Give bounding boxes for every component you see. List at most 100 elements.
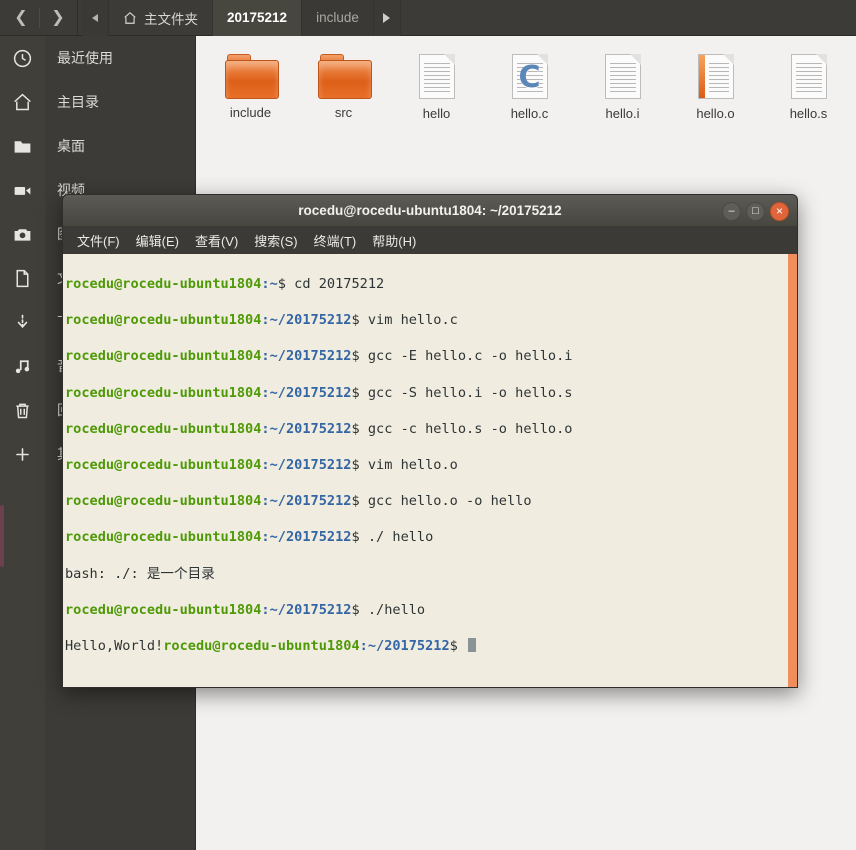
document-icon: [790, 54, 827, 99]
breadcrumb-scroll-right-button[interactable]: [373, 0, 401, 36]
terminal-line: rocedu@rocedu-ubuntu1804:~/20175212$ gcc…: [65, 384, 797, 402]
launcher-item-other-locations[interactable]: [0, 432, 45, 476]
file-item-hello-i[interactable]: hello.i: [576, 46, 669, 125]
plus-icon: [16, 447, 29, 461]
prompt-user: rocedu@rocedu-ubuntu1804: [163, 637, 360, 654]
prompt-user: rocedu@rocedu-ubuntu1804: [65, 276, 262, 293]
file-item-hello[interactable]: hello: [390, 46, 483, 125]
breadcrumb-label-include: include: [316, 10, 359, 25]
terminal-line: rocedu@rocedu-ubuntu1804:~/20175212$ gcc…: [65, 420, 797, 438]
c-source-icon: C: [511, 54, 548, 99]
sidebar-label-recent: 最近使用: [57, 50, 113, 66]
menu-item-help[interactable]: 帮助(H): [364, 231, 424, 250]
breadcrumb-scroll-left-button[interactable]: [82, 0, 109, 36]
launcher-item-trash[interactable]: [0, 388, 45, 432]
prompt-sigil: $: [351, 493, 368, 510]
minimize-button[interactable]: –: [722, 201, 741, 221]
terminal-titlebar[interactable]: rocedu@rocedu-ubuntu1804: ~/20175212 – □…: [62, 194, 798, 226]
command-text: gcc -E hello.c -o hello.i: [367, 348, 573, 365]
prompt-user: rocedu@rocedu-ubuntu1804: [65, 457, 262, 474]
terminal-line: Hello,World!rocedu@rocedu-ubuntu1804:~/2…: [65, 637, 797, 655]
command-text: gcc -S hello.i -o hello.s: [367, 384, 573, 401]
menu-item-view[interactable]: 查看(V): [187, 231, 246, 250]
terminal-line: rocedu@rocedu-ubuntu1804:~/20175212$ ./h…: [65, 601, 797, 619]
folder-icon: [14, 140, 31, 153]
terminal-body[interactable]: rocedu@rocedu-ubuntu1804:~$ cd 20175212 …: [62, 254, 798, 688]
trash-icon: [16, 403, 29, 418]
launcher-item-pictures[interactable]: [0, 212, 45, 256]
prompt-sigil: $: [351, 420, 368, 437]
sidebar-item-desktop[interactable]: 桌面: [45, 124, 195, 168]
file-item-hello-s[interactable]: hello.s: [762, 46, 855, 125]
sidebar-label-home: 主目录: [57, 94, 99, 110]
breadcrumb: 主文件夹 20175212 include: [109, 0, 374, 36]
document-icon: [16, 269, 29, 287]
terminal-cursor: [468, 637, 477, 652]
close-button[interactable]: ×: [770, 201, 789, 221]
command-text: vim hello.o: [367, 457, 458, 474]
triangle-right-icon: [383, 12, 391, 23]
launcher-item-desktop[interactable]: [0, 124, 45, 168]
home-icon: [14, 93, 31, 110]
terminal-window[interactable]: rocedu@rocedu-ubuntu1804: ~/20175212 – □…: [62, 194, 798, 688]
nav-button-group: ❮ ❯: [6, 0, 73, 36]
file-manager-headerbar: ❮ ❯ 主文件夹 20175212 include: [0, 0, 856, 36]
breadcrumb-item-current[interactable]: 20175212: [213, 0, 303, 36]
prompt-sigil: $: [277, 276, 295, 293]
sidebar-label-desktop: 桌面: [57, 138, 85, 154]
terminal-menubar: 文件(F) 编辑(E) 查看(V) 搜索(S) 终端(T) 帮助(H): [62, 226, 798, 254]
forward-button[interactable]: ❯: [43, 5, 73, 31]
document-icon: [418, 54, 455, 99]
camera-icon: [14, 228, 31, 241]
terminal-line: rocedu@rocedu-ubuntu1804:~/20175212$ vim…: [65, 311, 797, 329]
file-item-hello-o[interactable]: hello.o: [669, 46, 762, 125]
prompt-path: :~: [261, 276, 278, 293]
file-label: hello: [422, 106, 451, 121]
prompt-sigil: $: [351, 601, 368, 618]
launcher-rail: [0, 36, 46, 850]
prompt-path: :~/20175212: [261, 384, 352, 401]
file-item-hello-c[interactable]: C hello.c: [483, 46, 576, 125]
file-item-src[interactable]: src: [297, 46, 390, 125]
prompt-path: :~/20175212: [261, 601, 352, 618]
launcher-item-videos[interactable]: [0, 168, 45, 212]
prompt-user: rocedu@rocedu-ubuntu1804: [65, 493, 262, 510]
menu-item-terminal[interactable]: 终端(T): [306, 231, 365, 250]
sidebar-item-home[interactable]: 主目录: [45, 80, 195, 124]
menu-item-search[interactable]: 搜索(S): [246, 231, 305, 250]
command-text: cd 20175212: [294, 276, 385, 293]
file-label: hello.c: [510, 106, 549, 121]
terminal-scrollbar[interactable]: [788, 254, 797, 687]
terminal-title: rocedu@rocedu-ubuntu1804: ~/20175212: [298, 203, 562, 218]
file-label: hello.i: [605, 106, 640, 121]
launcher-item-music[interactable]: [0, 344, 45, 388]
launcher-item-downloads[interactable]: [0, 300, 45, 344]
back-button[interactable]: ❮: [6, 5, 36, 31]
menu-item-edit[interactable]: 编辑(E): [128, 231, 187, 250]
maximize-icon: □: [752, 204, 759, 217]
sidebar-item-recent[interactable]: 最近使用: [45, 36, 195, 80]
file-item-include[interactable]: include: [204, 46, 297, 125]
prompt-path: :~/20175212: [261, 493, 352, 510]
launcher-scroll-indicator[interactable]: [0, 505, 4, 567]
launcher-item-documents[interactable]: [0, 256, 45, 300]
music-icon: [15, 359, 30, 373]
prompt-sigil: $: [449, 637, 467, 654]
terminal-line: bash: ./: 是一个目录: [65, 565, 797, 583]
breadcrumb-label-home: 主文件夹: [144, 11, 198, 27]
terminal-line: rocedu@rocedu-ubuntu1804:~/20175212$ ./ …: [65, 528, 797, 546]
terminal-line: rocedu@rocedu-ubuntu1804:~$ cd 20175212: [65, 275, 797, 293]
prompt-user: rocedu@rocedu-ubuntu1804: [65, 529, 262, 546]
clock-icon: [13, 49, 32, 67]
prompt-path: :~/20175212: [261, 529, 352, 546]
home-icon: [124, 11, 136, 24]
maximize-button[interactable]: □: [746, 201, 765, 221]
menu-item-file[interactable]: 文件(F): [69, 231, 128, 250]
window-controls: – □ ×: [722, 195, 789, 227]
prompt-user: rocedu@rocedu-ubuntu1804: [65, 420, 262, 437]
launcher-item-home[interactable]: [0, 80, 45, 124]
breadcrumb-item-include[interactable]: include: [302, 0, 374, 36]
breadcrumb-item-home[interactable]: 主文件夹: [109, 0, 213, 36]
prompt-user: rocedu@rocedu-ubuntu1804: [65, 348, 262, 365]
launcher-item-recent[interactable]: [0, 36, 45, 80]
